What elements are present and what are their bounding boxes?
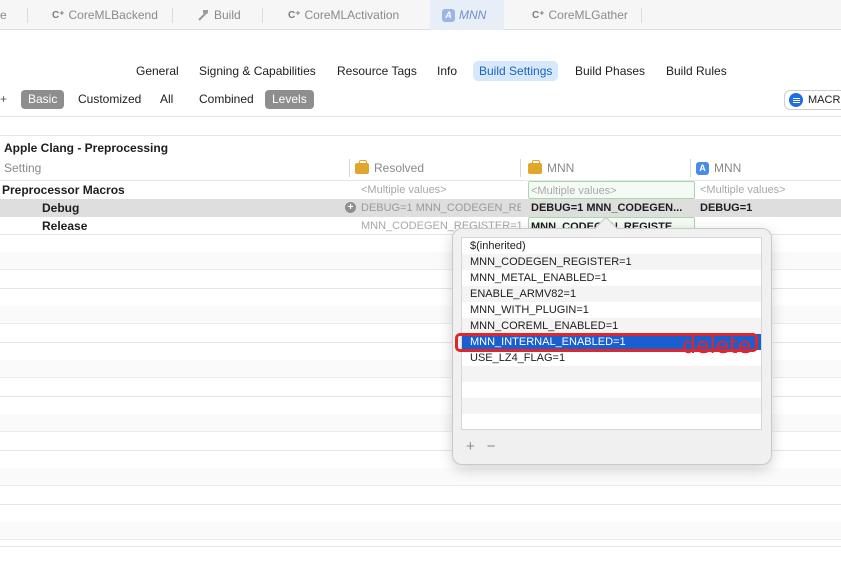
tab-general[interactable]: General [130, 61, 185, 81]
setting-row-debug[interactable]: Debug + DEBUG=1 MNN_CODEGEN_RE... DEBUG=… [0, 199, 841, 217]
target-value[interactable]: DEBUG=1 [700, 199, 752, 217]
view-combined[interactable]: Combined [192, 90, 261, 109]
tab-coremlbackend[interactable]: C⁺ CoreMLBackend [52, 0, 158, 30]
add-setting-button[interactable]: + [0, 92, 7, 106]
column-divider [349, 159, 350, 177]
cpp-file-icon: C⁺ [288, 9, 301, 21]
project-value[interactable]: <Multiple values> [528, 181, 695, 199]
editor-tabs: General Signing & Capabilities Resource … [0, 56, 841, 84]
remove-item-button[interactable]: − [487, 438, 496, 455]
search-field[interactable]: MACR [784, 90, 841, 110]
empty-list-row [462, 366, 761, 382]
setting-label: Release [42, 219, 88, 233]
empty-list-row [462, 414, 761, 429]
tab-build[interactable]: Build [196, 0, 241, 30]
tab-build-phases[interactable]: Build Phases [569, 61, 651, 81]
tab-divider [262, 8, 263, 23]
list-item[interactable]: MNN_COREML_ENABLED=1 [462, 318, 761, 334]
add-condition-icon[interactable]: + [345, 202, 356, 213]
briefcase-icon [355, 159, 369, 174]
list-item[interactable]: MNN_WITH_PLUGIN=1 [462, 302, 761, 318]
filter-icon [789, 93, 803, 107]
tab-build-settings[interactable]: Build Settings [473, 61, 559, 81]
column-project[interactable]: MNN [528, 159, 574, 175]
tab-build-rules[interactable]: Build Rules [660, 61, 733, 81]
project-icon: A [442, 8, 455, 22]
filter-basic[interactable]: Basic [21, 90, 65, 109]
filter-bar: + Basic Customized All Combined Levels [0, 88, 841, 112]
tab-partial[interactable]: e [0, 0, 7, 30]
empty-list-row [462, 398, 761, 414]
tab-divider [641, 8, 642, 23]
divider [0, 116, 841, 117]
project-value[interactable]: DEBUG=1 MNN_CODEGEN... [531, 199, 693, 217]
setting-label: Debug [42, 201, 80, 215]
column-setting: Setting [4, 161, 42, 175]
tab-coremlgather[interactable]: C⁺ CoreMLGather [532, 0, 628, 30]
tab-divider [172, 8, 173, 23]
tab-divider [27, 8, 28, 23]
tab-coremlactivation[interactable]: C⁺ CoreMLActivation [288, 0, 399, 30]
cpp-file-icon: C⁺ [532, 9, 545, 21]
divider [0, 135, 841, 136]
list-item[interactable]: $(inherited) [462, 238, 761, 254]
empty-row [0, 468, 841, 486]
filter-all[interactable]: All [153, 90, 180, 109]
search-value: MACR [808, 94, 841, 106]
add-item-button[interactable]: + [466, 438, 475, 455]
hammer-icon [198, 10, 208, 21]
list-item[interactable]: MNN_CODEGEN_REGISTER=1 [462, 254, 761, 270]
setting-row-macros[interactable]: Preprocessor Macros <Multiple values> <M… [0, 181, 841, 199]
setting-label: Preprocessor Macros [2, 183, 125, 197]
target-value[interactable]: <Multiple values> [700, 181, 786, 199]
list-item[interactable]: MNN_METAL_ENABLED=1 [462, 270, 761, 286]
section-title: Apple Clang - Preprocessing [4, 141, 169, 155]
tab-info[interactable]: Info [431, 61, 463, 81]
cpp-file-icon: C⁺ [52, 9, 65, 21]
file-tab-bar: e C⁺ CoreMLBackend Build C⁺ CoreMLActiva… [0, 0, 841, 30]
empty-row [0, 522, 841, 540]
list-item[interactable]: ENABLE_ARMV82=1 [462, 286, 761, 302]
app-target-icon: A [696, 161, 709, 175]
column-divider [520, 159, 521, 177]
filter-customized[interactable]: Customized [71, 90, 148, 109]
tab-mnn[interactable]: A MNN [430, 0, 504, 30]
column-divider [690, 159, 691, 177]
briefcase-icon [528, 159, 542, 174]
resolved-value: <Multiple values> [361, 184, 447, 196]
tab-signing[interactable]: Signing & Capabilities [193, 61, 322, 81]
divider [0, 546, 841, 547]
column-target[interactable]: A MNN [696, 161, 741, 175]
empty-list-row [462, 382, 761, 398]
annotation-delete-label: delete [682, 334, 752, 359]
list-buttons: + − [466, 438, 496, 455]
column-resolved[interactable]: Resolved [355, 159, 424, 175]
view-levels[interactable]: Levels [265, 90, 314, 109]
divider [0, 504, 841, 505]
resolved-value: DEBUG=1 MNN_CODEGEN_RE... [361, 202, 521, 214]
tab-resource-tags[interactable]: Resource Tags [331, 61, 423, 81]
